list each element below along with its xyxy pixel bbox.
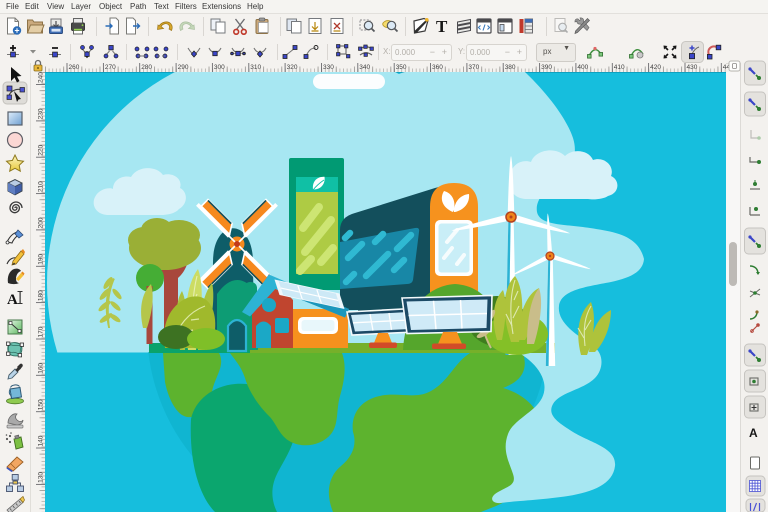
svg-text:160: 160 — [38, 363, 45, 374]
svg-text:230: 230 — [38, 108, 45, 119]
svg-text:130: 130 — [38, 472, 45, 483]
svg-text:140: 140 — [38, 435, 45, 446]
svg-text:280: 280 — [141, 64, 152, 71]
svg-text:210: 210 — [38, 181, 45, 192]
svg-text:190: 190 — [38, 254, 45, 265]
svg-text:240: 240 — [38, 72, 45, 83]
svg-text:A: A — [749, 426, 758, 440]
svg-text:310: 310 — [250, 64, 261, 71]
svg-text:150: 150 — [38, 399, 45, 410]
svg-text:340: 340 — [359, 64, 370, 71]
svg-text:380: 380 — [505, 64, 516, 71]
svg-text:400: 400 — [577, 64, 588, 71]
svg-text:390: 390 — [541, 64, 552, 71]
svg-text:360: 360 — [432, 64, 443, 71]
svg-text:330: 330 — [323, 64, 334, 71]
svg-text:270: 270 — [105, 64, 116, 71]
svg-text:320: 320 — [287, 64, 298, 71]
svg-text:200: 200 — [38, 217, 45, 228]
svg-text:300: 300 — [214, 64, 225, 71]
svg-text:260: 260 — [69, 64, 80, 71]
svg-text:180: 180 — [38, 290, 45, 301]
svg-text:170: 170 — [38, 326, 45, 337]
svg-text:T: T — [436, 17, 448, 36]
svg-text:370: 370 — [468, 64, 479, 71]
svg-text:410: 410 — [614, 64, 625, 71]
svg-text:350: 350 — [396, 64, 407, 71]
svg-text:430: 430 — [687, 64, 698, 71]
svg-text:420: 420 — [650, 64, 661, 71]
svg-text:A: A — [7, 292, 18, 308]
svg-text:220: 220 — [38, 144, 45, 155]
svg-text:290: 290 — [178, 64, 189, 71]
